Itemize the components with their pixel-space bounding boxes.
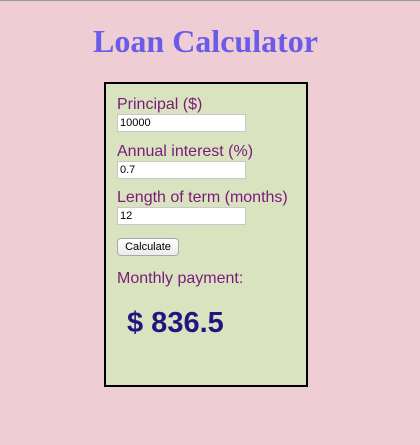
- monthly-payment-label: Monthly payment:: [117, 270, 244, 287]
- interest-input[interactable]: [117, 161, 246, 179]
- calculate-button[interactable]: Calculate: [117, 238, 179, 256]
- page-title: Loan Calculator: [93, 23, 318, 59]
- monthly-payment-value: $ 836.5: [127, 307, 224, 339]
- principal-input[interactable]: [117, 114, 246, 132]
- top-border: [0, 0, 420, 1]
- principal-label: Principal ($): [117, 96, 203, 113]
- interest-label: Annual interest (%): [117, 143, 254, 160]
- term-input[interactable]: [117, 207, 246, 225]
- calculator-panel: Principal ($) Annual interest (%) Length…: [104, 82, 308, 387]
- term-label: Length of term (months): [117, 189, 288, 206]
